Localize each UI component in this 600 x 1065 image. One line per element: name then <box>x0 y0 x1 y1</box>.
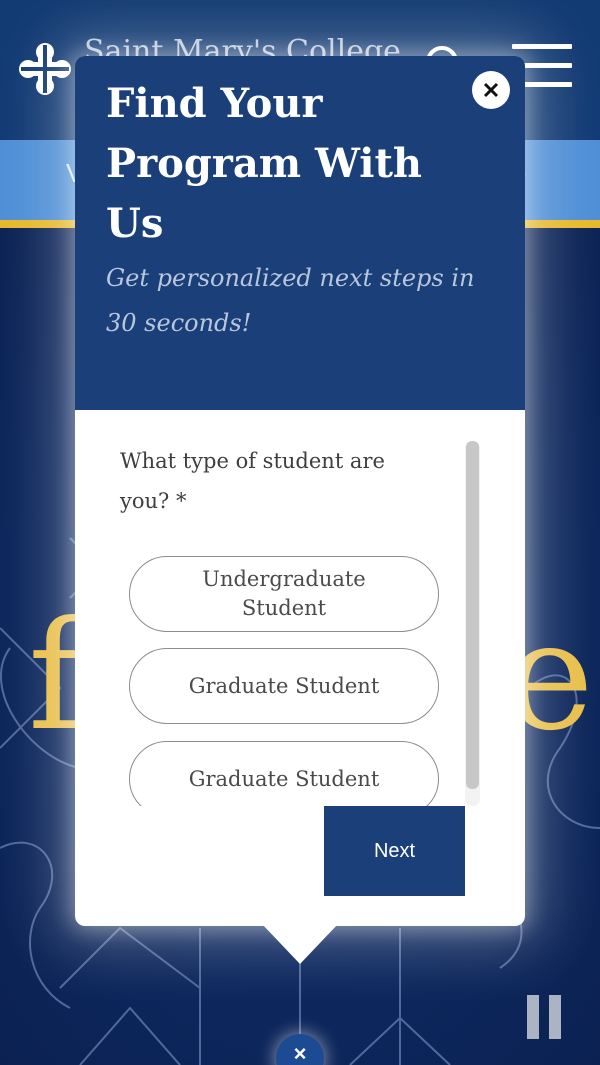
question-label: What type of student are you? * <box>120 449 385 513</box>
college-logo-icon[interactable] <box>18 42 72 96</box>
option-graduate[interactable]: Graduate Student <box>129 648 439 724</box>
pause-icon[interactable] <box>527 995 563 1041</box>
options-list: Undergraduate Student Graduate Student G… <box>115 546 455 806</box>
next-button[interactable]: Next <box>324 806 465 896</box>
option-graduate-2[interactable]: Graduate Student <box>129 741 439 806</box>
options-scrollbar-thumb[interactable] <box>466 441 479 789</box>
option-undergraduate[interactable]: Undergraduate Student <box>129 556 439 632</box>
modal-title: Find Your Program With Us <box>106 80 423 247</box>
modal-pointer <box>262 924 338 964</box>
modal-subtitle: Get personalized next steps in 30 second… <box>106 264 475 337</box>
modal-header: Find Your Program With Us Get personaliz… <box>75 56 525 410</box>
close-icon <box>483 82 499 98</box>
modal-close-button[interactable] <box>472 71 510 109</box>
program-finder-modal: Find Your Program With Us Get personaliz… <box>75 56 525 926</box>
